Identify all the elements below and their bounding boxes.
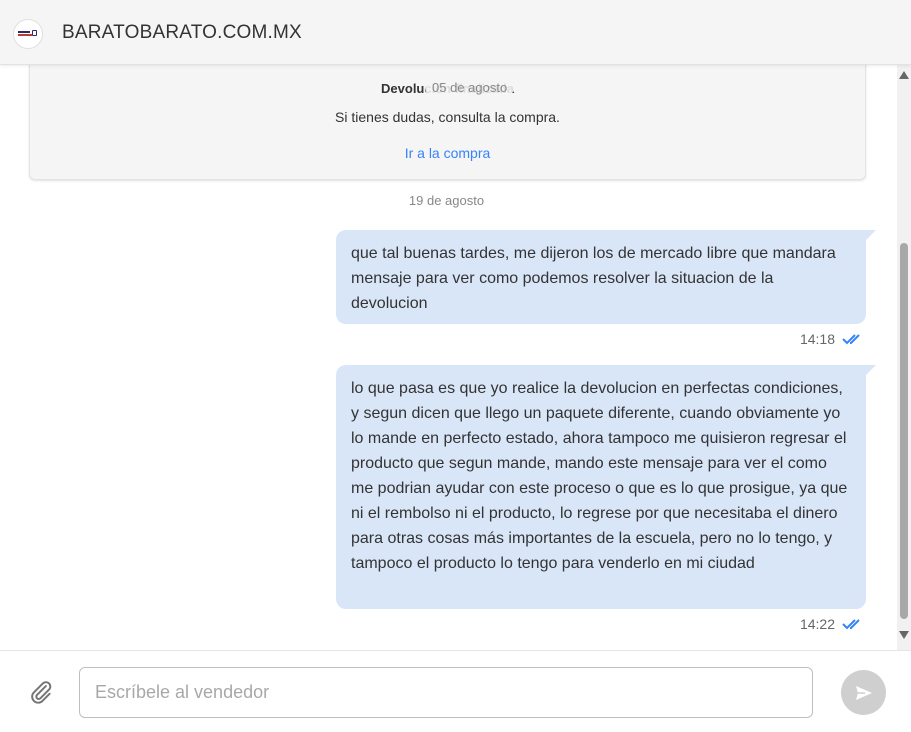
status-message: Si tienes dudas, consulta la compra. <box>335 109 560 125</box>
double-check-icon <box>842 334 860 345</box>
return-status-card: Devolución finalizada 05 de agosto Si ti… <box>29 65 866 180</box>
message-meta: 14:22 <box>800 616 864 632</box>
scroll-down-arrow-icon[interactable] <box>899 631 909 639</box>
scroll-thumb[interactable] <box>900 243 908 619</box>
message-meta: 14:18 <box>800 331 864 347</box>
chat-messages-area[interactable]: Devolución finalizada 05 de agosto Si ti… <box>0 65 897 650</box>
send-icon <box>855 685 872 700</box>
chat-header: BARATOBARATO.COM.MX <box>0 0 911 65</box>
chat-scrollbar[interactable] <box>897 65 911 650</box>
message-input[interactable] <box>79 667 813 718</box>
scroll-up-arrow-icon[interactable] <box>899 71 909 79</box>
store-logo[interactable] <box>13 19 43 49</box>
day-separator: 19 de agosto <box>408 193 485 208</box>
message-bubble: que tal buenas tardes, me dijeron los de… <box>336 230 876 324</box>
send-button[interactable] <box>841 670 886 715</box>
go-to-purchase-link[interactable]: Ir a la compra <box>30 145 865 161</box>
double-check-icon <box>842 619 860 630</box>
message-time: 14:22 <box>799 616 835 632</box>
floating-date-badge: 05 de agosto <box>425 78 515 97</box>
paperclip-icon[interactable] <box>28 679 54 705</box>
message-time: 14:18 <box>799 331 835 347</box>
message-composer <box>0 650 911 732</box>
store-name[interactable]: BARATOBARATO.COM.MX <box>62 22 302 44</box>
message-bubble: lo que pasa es que yo realice la devoluc… <box>336 365 876 609</box>
logo-mark-icon <box>18 30 38 38</box>
